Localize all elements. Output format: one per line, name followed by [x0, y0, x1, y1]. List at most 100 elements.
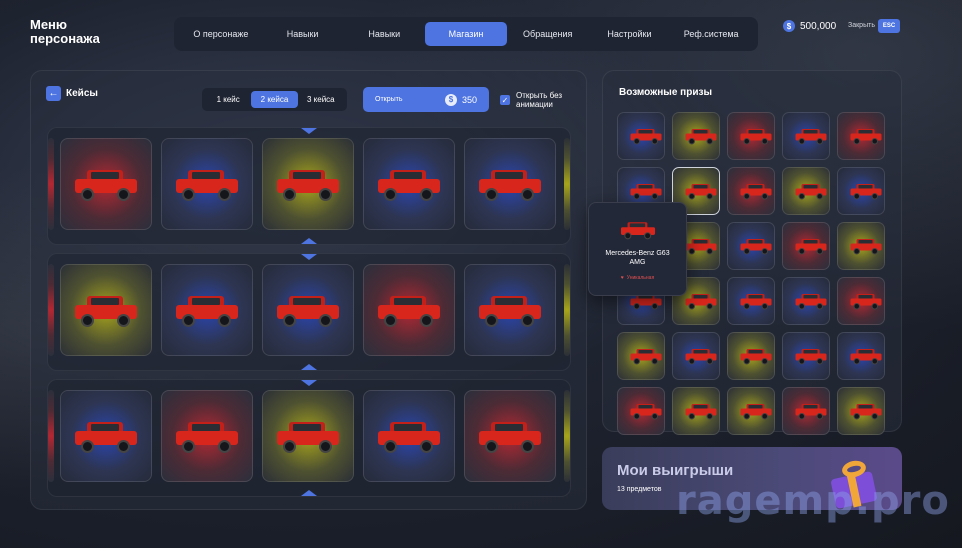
price-value: 350 [461, 94, 477, 105]
car-image [685, 238, 717, 255]
roulette-edge [564, 138, 570, 230]
roulette-item [464, 390, 556, 482]
tab-character[interactable]: О персонаже [180, 22, 262, 46]
tab-referral[interactable]: Реф.система [670, 22, 752, 46]
prize-item[interactable] [672, 387, 720, 435]
prize-item[interactable] [782, 332, 830, 380]
count-option-2[interactable]: 2 кейса [251, 91, 298, 108]
prize-item[interactable] [727, 112, 775, 160]
tab-skills[interactable]: Навыки [262, 22, 344, 46]
case-roulette-row [47, 253, 571, 371]
no-animation-checkbox[interactable]: ✓ [500, 95, 510, 105]
prize-item[interactable] [782, 387, 830, 435]
prize-item[interactable] [727, 387, 775, 435]
count-option-1[interactable]: 1 кейс [205, 91, 251, 108]
prize-item[interactable] [672, 112, 720, 160]
car-image [740, 293, 772, 310]
pointer-top-icon [301, 128, 317, 134]
car-image [619, 221, 655, 240]
case-count-switch: 1 кейс 2 кейса 3 кейса [202, 88, 347, 111]
car-image [73, 293, 139, 327]
roulette-item [262, 264, 354, 356]
car-image [740, 128, 772, 145]
car-image [630, 348, 662, 365]
close-label[interactable]: Закрыть [848, 22, 875, 29]
esc-button[interactable]: ESC [878, 19, 900, 33]
car-image [795, 128, 827, 145]
car-image [850, 293, 882, 310]
pointer-bottom-icon [301, 238, 317, 244]
prize-item[interactable] [837, 277, 885, 325]
tab-shop[interactable]: Магазин [425, 22, 507, 46]
wins-count: 13 предметов [617, 486, 662, 493]
roulette-item [464, 138, 556, 230]
prize-item[interactable] [727, 277, 775, 325]
prize-item[interactable] [837, 112, 885, 160]
prize-item[interactable] [727, 332, 775, 380]
pointer-top-icon [301, 254, 317, 260]
count-option-3[interactable]: 3 кейса [298, 91, 344, 108]
no-animation-label: Открыть без анимации [516, 91, 563, 109]
roulette-edge [48, 390, 54, 482]
back-button[interactable]: ← [46, 86, 61, 101]
top-navigation: О персонаже Навыки Навыки Магазин Обраще… [174, 17, 758, 51]
prize-tooltip: Mercedes-Benz G63 AMG ♥ Уникальная [588, 202, 687, 296]
prize-item[interactable] [782, 112, 830, 160]
car-image [630, 183, 662, 200]
roulette-item [363, 138, 455, 230]
car-image [795, 183, 827, 200]
arrow-left-icon: ← [48, 88, 59, 99]
coin-icon: $ [444, 93, 457, 106]
prize-item[interactable] [782, 277, 830, 325]
car-image [850, 348, 882, 365]
car-image [477, 419, 543, 453]
roulette-item [60, 264, 152, 356]
roulette-edge [564, 390, 570, 482]
car-image [376, 293, 442, 327]
car-image [630, 128, 662, 145]
pointer-top-icon [301, 380, 317, 386]
tab-settings[interactable]: Настройки [589, 22, 671, 46]
tab-skills-2[interactable]: Навыки [343, 22, 425, 46]
case-roulette-row [47, 379, 571, 497]
car-image [740, 348, 772, 365]
car-image [740, 238, 772, 255]
prize-item[interactable] [837, 167, 885, 215]
car-image [685, 293, 717, 310]
prize-item[interactable] [617, 332, 665, 380]
prize-item[interactable] [727, 167, 775, 215]
open-case-button[interactable]: Открыть $ 350 [363, 87, 489, 112]
tab-appeals[interactable]: Обращения [507, 22, 589, 46]
car-image [477, 293, 543, 327]
car-image [795, 238, 827, 255]
prize-item[interactable] [727, 222, 775, 270]
car-image [850, 238, 882, 255]
watermark: ragemp.pro [676, 478, 950, 524]
prize-item[interactable] [837, 222, 885, 270]
car-image [685, 348, 717, 365]
car-image [275, 167, 341, 201]
car-image [850, 128, 882, 145]
prize-item[interactable] [837, 387, 885, 435]
prize-item[interactable] [782, 167, 830, 215]
car-image [685, 403, 717, 420]
car-image [795, 348, 827, 365]
car-image [73, 167, 139, 201]
case-price: $ 350 [444, 93, 477, 106]
prize-item[interactable] [617, 387, 665, 435]
roulette-item [161, 390, 253, 482]
car-image [795, 293, 827, 310]
prize-item[interactable] [672, 332, 720, 380]
roulette-item [262, 390, 354, 482]
prize-item[interactable] [837, 332, 885, 380]
roulette-item [161, 264, 253, 356]
prize-item[interactable] [782, 222, 830, 270]
car-image [850, 403, 882, 420]
prize-item[interactable] [617, 112, 665, 160]
case-roulette-row [47, 127, 571, 245]
prizes-title: Возможные призы [619, 87, 712, 98]
car-image [850, 183, 882, 200]
roulette-item [60, 390, 152, 482]
car-image [73, 419, 139, 453]
heart-icon: ♥ [620, 275, 624, 281]
